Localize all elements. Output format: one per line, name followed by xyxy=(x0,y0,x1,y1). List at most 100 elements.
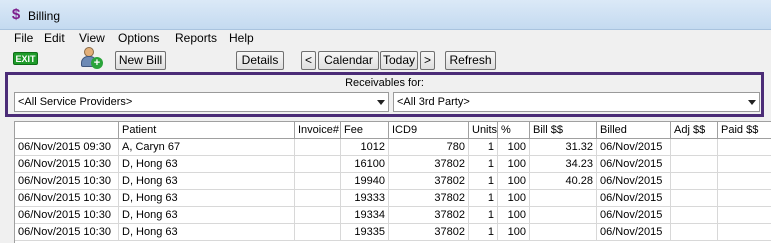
cell-percent: 100 xyxy=(498,190,530,207)
cell-icd9: 37802 xyxy=(389,173,469,190)
cell-adj xyxy=(671,190,718,207)
cell-billed: 06/Nov/2015 xyxy=(597,139,671,156)
table-row[interactable]: 06/Nov/2015 09:30 A, Caryn 67 1012 780 1… xyxy=(15,139,771,156)
cell-billed: 06/Nov/2015 xyxy=(597,173,671,190)
cell-datetime: 06/Nov/2015 10:30 xyxy=(15,207,119,224)
cell-billed: 06/Nov/2015 xyxy=(597,190,671,207)
cell-icd9: 37802 xyxy=(389,224,469,241)
cell-units: 1 xyxy=(469,173,498,190)
cell-percent: 100 xyxy=(498,224,530,241)
cell-invoice xyxy=(295,173,341,190)
cell-datetime: 06/Nov/2015 09:30 xyxy=(15,139,119,156)
cell-paid xyxy=(718,139,771,156)
cell-bill xyxy=(530,190,597,207)
column-header[interactable]: Patient xyxy=(119,122,295,139)
chevron-down-icon[interactable] xyxy=(748,100,756,105)
cell-percent: 100 xyxy=(498,207,530,224)
next-button[interactable]: > xyxy=(420,51,435,70)
cell-fee: 19335 xyxy=(341,224,389,241)
column-header[interactable]: Adj $$ xyxy=(671,122,718,139)
menu-edit[interactable]: Edit xyxy=(44,31,65,45)
column-header[interactable]: Paid $$ xyxy=(718,122,771,139)
cell-bill: 34.23 xyxy=(530,156,597,173)
dollar-icon: $ xyxy=(11,6,21,23)
cell-fee: 1012 xyxy=(341,139,389,156)
cell-fee: 19333 xyxy=(341,190,389,207)
column-header[interactable]: % xyxy=(498,122,530,139)
new-bill-button[interactable]: New Bill xyxy=(115,51,166,70)
cell-percent: 100 xyxy=(498,156,530,173)
refresh-button[interactable]: Refresh xyxy=(445,51,496,70)
cell-patient: D, Hong 63 xyxy=(119,156,295,173)
service-provider-value: <All Service Providers> xyxy=(18,96,133,108)
table-row[interactable]: 06/Nov/2015 10:30 D, Hong 63 19333 37802… xyxy=(15,190,771,207)
cell-percent: 100 xyxy=(498,139,530,156)
cell-bill: 31.32 xyxy=(530,139,597,156)
table-header: Patient Invoice# Fee ICD9 Units % Bill $… xyxy=(15,122,771,139)
cell-invoice xyxy=(295,156,341,173)
cell-units: 1 xyxy=(469,207,498,224)
cell-patient: D, Hong 63 xyxy=(119,207,295,224)
cell-percent: 100 xyxy=(498,173,530,190)
cell-paid xyxy=(718,173,771,190)
column-header[interactable]: ICD9 xyxy=(389,122,469,139)
table-row[interactable]: 06/Nov/2015 10:30 D, Hong 63 19940 37802… xyxy=(15,173,771,190)
cell-units: 1 xyxy=(469,190,498,207)
cell-bill xyxy=(530,224,597,241)
menu-help[interactable]: Help xyxy=(229,31,254,45)
menu-reports[interactable]: Reports xyxy=(175,31,217,45)
column-header[interactable]: Invoice# xyxy=(295,122,341,139)
cell-fee: 19334 xyxy=(341,207,389,224)
prev-button[interactable]: < xyxy=(301,51,316,70)
chevron-down-icon[interactable] xyxy=(377,100,385,105)
third-party-select[interactable]: <All 3rd Party> xyxy=(393,92,760,112)
column-header[interactable]: Billed xyxy=(597,122,671,139)
table-row[interactable]: 06/Nov/2015 10:30 D, Hong 63 19335 37802… xyxy=(15,224,771,241)
cell-paid xyxy=(718,224,771,241)
cell-invoice xyxy=(295,224,341,241)
cell-fee: 19940 xyxy=(341,173,389,190)
service-provider-select[interactable]: <All Service Providers> xyxy=(14,92,389,112)
cell-datetime: 06/Nov/2015 10:30 xyxy=(15,224,119,241)
column-header[interactable] xyxy=(15,122,119,139)
exit-icon[interactable]: EXIT xyxy=(13,52,38,65)
cell-bill xyxy=(530,207,597,224)
cell-datetime: 06/Nov/2015 10:30 xyxy=(15,190,119,207)
cell-adj xyxy=(671,156,718,173)
table-row[interactable]: 06/Nov/2015 10:30 D, Hong 63 16100 37802… xyxy=(15,156,771,173)
third-party-value: <All 3rd Party> xyxy=(397,96,470,108)
receivables-filter-panel: Receivables for: <All Service Providers>… xyxy=(5,72,764,117)
cell-invoice xyxy=(295,207,341,224)
cell-fee: 16100 xyxy=(341,156,389,173)
cell-patient: D, Hong 63 xyxy=(119,224,295,241)
menu-options[interactable]: Options xyxy=(118,31,159,45)
menu-view[interactable]: View xyxy=(79,31,105,45)
cell-invoice xyxy=(295,190,341,207)
calendar-button[interactable]: Calendar xyxy=(318,51,379,70)
window-title: Billing xyxy=(28,9,61,23)
details-button[interactable]: Details xyxy=(236,51,284,70)
cell-icd9: 37802 xyxy=(389,156,469,173)
title-bar: $ Billing xyxy=(0,0,771,30)
column-header[interactable]: Units xyxy=(469,122,498,139)
receivables-label: Receivables for: xyxy=(345,77,424,89)
menu-bar: File Edit View Options Reports Help xyxy=(0,30,771,47)
column-header[interactable]: Bill $$ xyxy=(530,122,597,139)
cell-adj xyxy=(671,207,718,224)
billing-table[interactable]: Patient Invoice# Fee ICD9 Units % Bill $… xyxy=(14,121,771,243)
cell-paid xyxy=(718,207,771,224)
cell-bill: 40.28 xyxy=(530,173,597,190)
cell-units: 1 xyxy=(469,224,498,241)
cell-units: 1 xyxy=(469,156,498,173)
cell-billed: 06/Nov/2015 xyxy=(597,156,671,173)
cell-datetime: 06/Nov/2015 10:30 xyxy=(15,173,119,190)
menu-file[interactable]: File xyxy=(14,31,33,45)
cell-adj xyxy=(671,224,718,241)
add-patient-icon[interactable]: + xyxy=(80,46,104,70)
cell-patient: A, Caryn 67 xyxy=(119,139,295,156)
cell-billed: 06/Nov/2015 xyxy=(597,224,671,241)
table-row[interactable]: 06/Nov/2015 10:30 D, Hong 63 19334 37802… xyxy=(15,207,771,224)
today-button[interactable]: Today xyxy=(380,51,418,70)
cell-invoice xyxy=(295,139,341,156)
column-header[interactable]: Fee xyxy=(341,122,389,139)
